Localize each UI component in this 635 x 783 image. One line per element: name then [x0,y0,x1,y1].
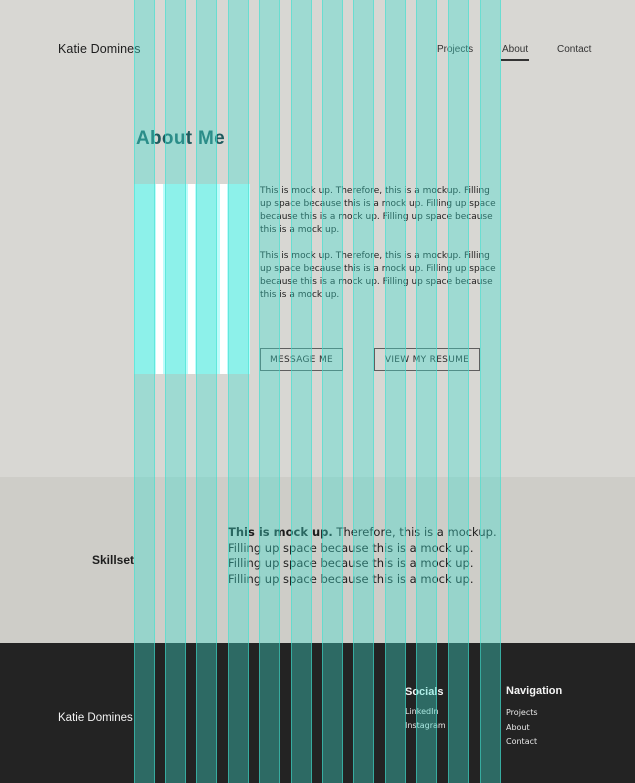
footer-nav-contact[interactable]: Contact [506,737,537,746]
skillset-lead: This is mock up. [228,525,333,539]
photo-stripe [156,184,163,374]
about-paragraph-1: This is mock up. Therefore, this is a mo… [260,186,496,235]
skillset-text: This is mock up. Therefore, this is a mo… [228,525,503,587]
about-paragraph-2: This is mock up. Therefore, this is a mo… [260,251,496,300]
site-brand[interactable]: Katie Domines [58,42,141,56]
socials-heading: Socials [405,686,444,698]
skillset-label: Skillset [91,553,134,567]
footer-brand[interactable]: Katie Domines [58,712,133,724]
message-me-button[interactable]: MESSAGE ME [260,348,343,371]
footer-nav-projects[interactable]: Projects [506,708,538,717]
hero-section [0,0,635,477]
about-title: About Me [136,128,225,149]
active-nav-underline [501,59,529,61]
nav-about[interactable]: About [502,44,528,55]
photo-stripe [220,184,227,374]
footer-nav-about[interactable]: About [506,723,530,732]
nav-projects[interactable]: Projects [437,44,473,55]
view-resume-button[interactable]: VIEW MY RESUME [374,348,480,371]
social-link-linkedin[interactable]: LinkedIn [405,707,439,716]
photo-stripe [188,184,195,374]
nav-contact[interactable]: Contact [557,44,591,55]
social-link-instagram[interactable]: Instagram [405,721,446,730]
footer-navigation-heading: Navigation [506,685,563,697]
